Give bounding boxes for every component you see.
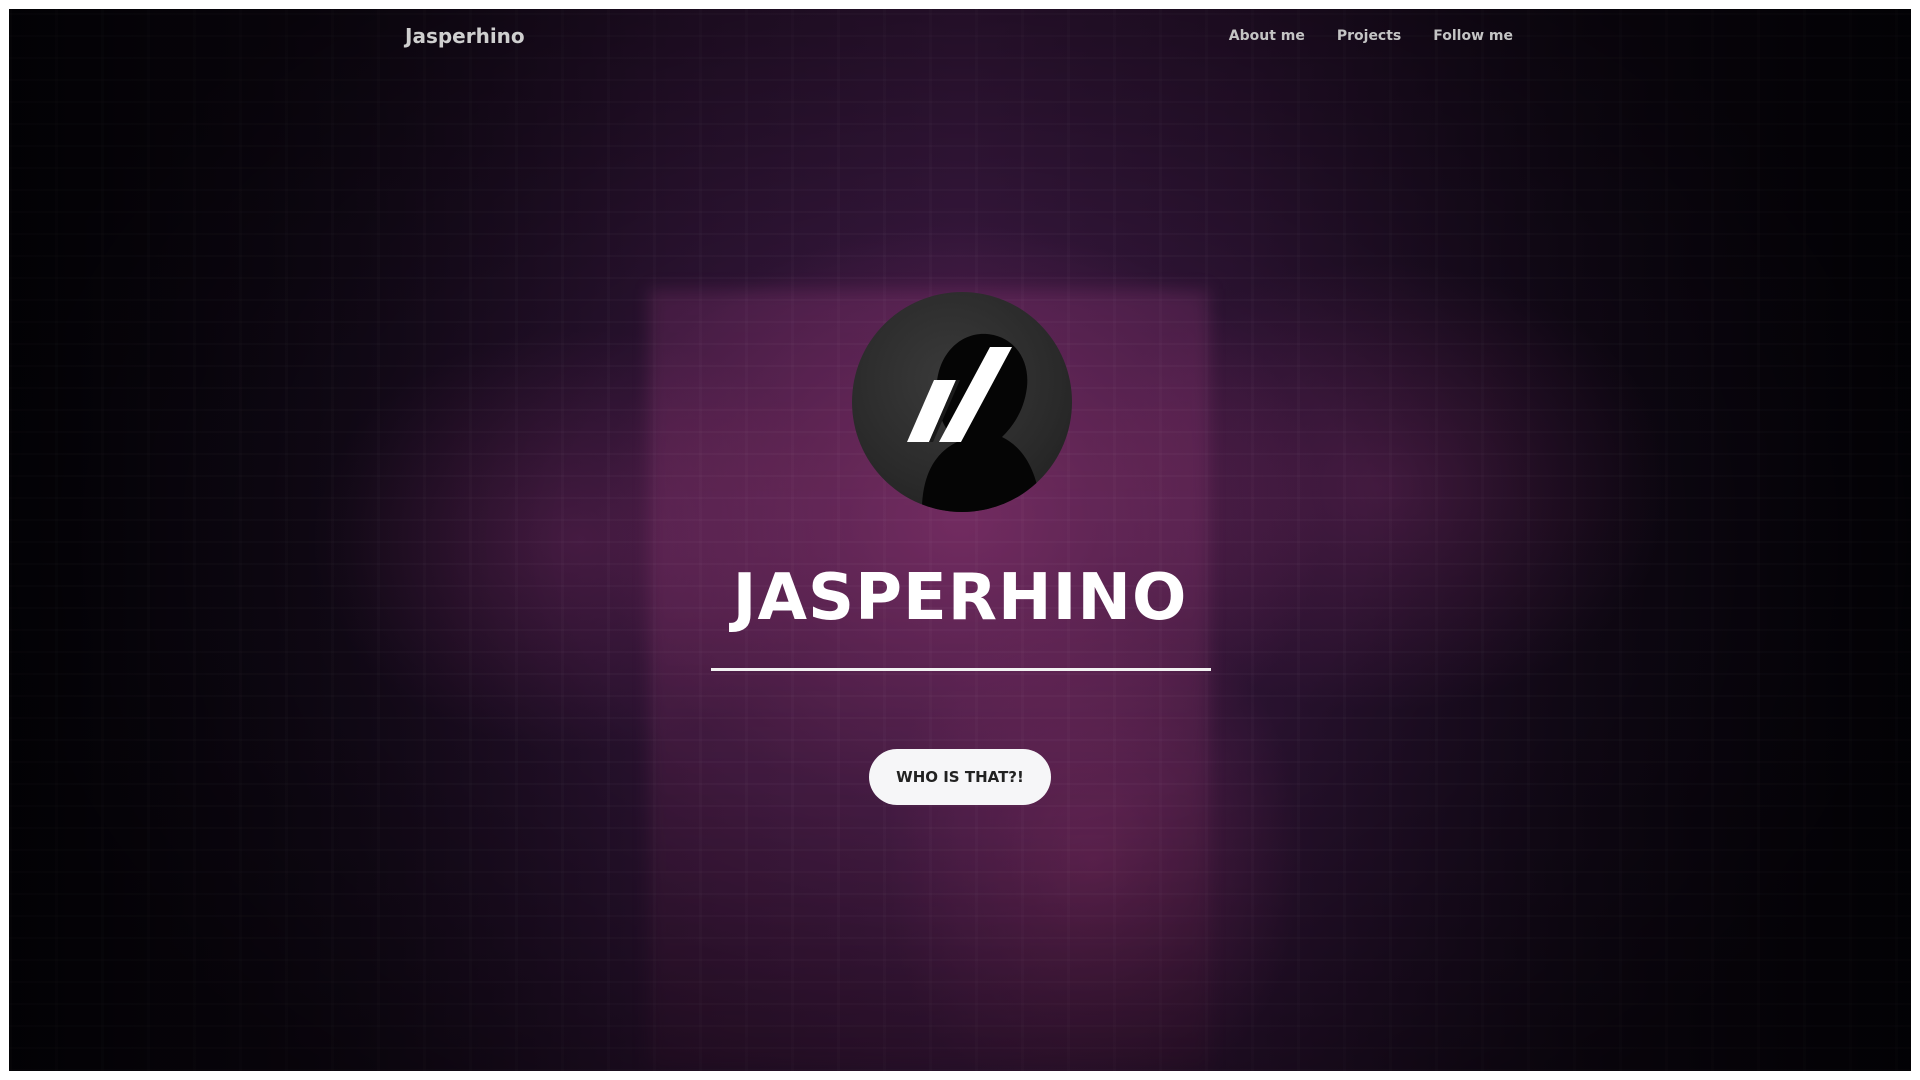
navbar: Jasperhino About me Projects Follow me (9, 9, 1911, 69)
nav-link-projects[interactable]: Projects (1337, 28, 1401, 44)
nav-link-about-me[interactable]: About me (1229, 28, 1305, 44)
avatar-silhouette-icon (907, 333, 1042, 512)
hero-title: JASPERHINO (732, 561, 1188, 635)
page-frame: Jasperhino About me Projects Follow me J… (9, 9, 1911, 1071)
brand-link[interactable]: Jasperhino (405, 24, 525, 48)
avatar (852, 292, 1072, 512)
hero-divider (711, 668, 1211, 671)
nav-links: About me Projects Follow me (1229, 28, 1513, 44)
nav-link-follow-me[interactable]: Follow me (1433, 28, 1513, 44)
who-is-that-button[interactable]: WHO IS THAT?! (869, 749, 1051, 805)
background-vignette (9, 9, 1911, 1071)
